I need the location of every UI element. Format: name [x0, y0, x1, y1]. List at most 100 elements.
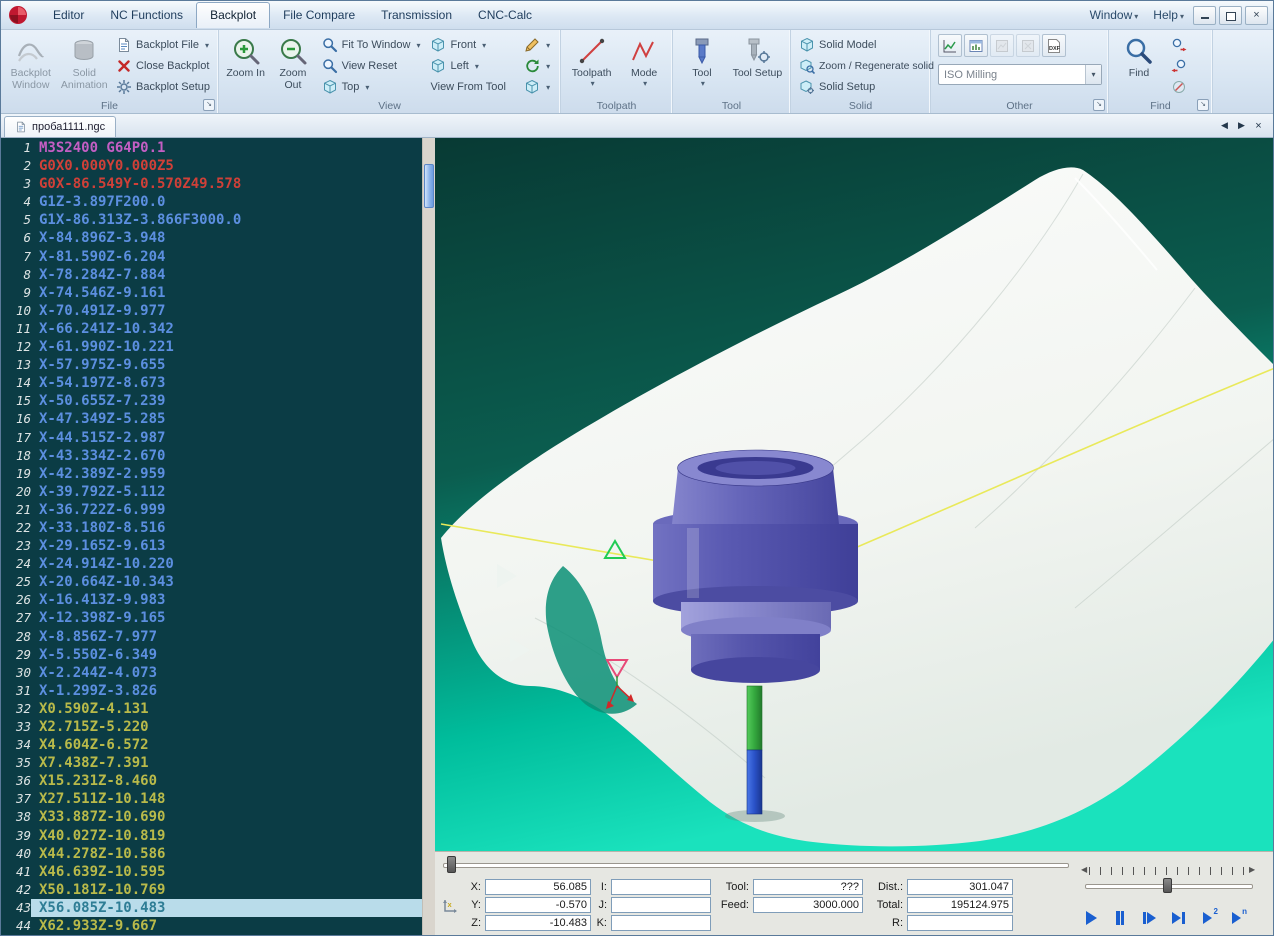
play-2x-button[interactable]: 2 — [1195, 906, 1219, 930]
code-line[interactable]: 11 X-66.241Z-10.342 — [1, 320, 422, 338]
code-line[interactable]: 30 X-2.244Z-4.073 — [1, 664, 422, 682]
code-line[interactable]: 34 X4.604Z-6.572 — [1, 736, 422, 754]
top-view-button[interactable]: Top ▾ — [318, 77, 425, 97]
code-line[interactable]: 38 X33.887Z-10.690 — [1, 808, 422, 826]
play-all-button[interactable]: n — [1224, 906, 1248, 930]
front-view-button[interactable]: Front ▾ — [426, 35, 518, 55]
code-line[interactable]: 28 X-8.856Z-7.977 — [1, 628, 422, 646]
total-value-field[interactable]: 195124.975 — [907, 897, 1013, 913]
r-value-field[interactable] — [907, 915, 1013, 931]
tab-backplot[interactable]: Backplot — [196, 2, 271, 28]
code-line[interactable]: 2 G0X0.000Y0.000Z5 — [1, 157, 422, 175]
code-line[interactable]: 44 X62.933Z-9.667 — [1, 917, 422, 935]
view-orientation-button[interactable]: ▾ — [520, 77, 556, 97]
code-line[interactable]: 41 X46.639Z-10.595 — [1, 863, 422, 881]
view-reset-button[interactable]: View Reset — [318, 56, 425, 76]
tab-editor[interactable]: Editor — [40, 3, 97, 28]
left-view-button[interactable]: Left ▾ — [426, 56, 518, 76]
code-line[interactable]: 42 X50.181Z-10.769 — [1, 881, 422, 899]
scroll-tabs-left-button[interactable]: ◀ — [1217, 118, 1232, 133]
export-button[interactable] — [990, 34, 1014, 57]
machine-type-select[interactable]: ISO Milling ▾ — [938, 64, 1102, 85]
tool-value-field[interactable]: ??? — [753, 879, 863, 895]
tool-setup-button[interactable]: Tool Setup — [729, 33, 786, 100]
dialog-launcher-icon[interactable]: ↘ — [1093, 99, 1105, 111]
code-line[interactable]: 13 X-57.975Z-9.655 — [1, 356, 422, 374]
dist-value-field[interactable]: 301.047 — [907, 879, 1013, 895]
solid-setup-button[interactable]: Solid Setup — [795, 77, 938, 97]
code-line[interactable]: 1 M3S2400 G64P0.1 — [1, 139, 422, 157]
code-line[interactable]: 7 X-81.590Z-6.204 — [1, 248, 422, 266]
code-line[interactable]: 23 X-29.165Z-9.613 — [1, 537, 422, 555]
editor-scrollbar[interactable] — [422, 138, 435, 935]
zoom-out-button[interactable]: Zoom Out — [270, 33, 315, 100]
step-forward-button[interactable] — [1137, 906, 1161, 930]
code-line[interactable]: 19 X-42.389Z-2.959 — [1, 465, 422, 483]
help-menu[interactable]: Help ▾ — [1147, 5, 1190, 25]
find-button[interactable]: Find — [1113, 33, 1165, 100]
code-line[interactable]: 32 X0.590Z-4.131 — [1, 700, 422, 718]
draw-mode-button[interactable]: ▾ — [520, 35, 556, 55]
backplot-file-button[interactable]: Backplot File ▾ — [112, 35, 214, 55]
code-line[interactable]: 37 X27.511Z-10.148 — [1, 790, 422, 808]
close-button[interactable]: × — [1245, 5, 1268, 25]
j-value-field[interactable] — [611, 897, 711, 913]
clear-marks-button[interactable] — [1167, 77, 1191, 97]
scrollbar-thumb[interactable] — [424, 164, 434, 208]
x-value-field[interactable]: 56.085 — [485, 879, 591, 895]
dialog-launcher-icon[interactable]: ↘ — [203, 99, 215, 111]
find-previous-button[interactable] — [1167, 56, 1191, 76]
close-backplot-button[interactable]: Close Backplot — [112, 56, 214, 76]
code-line[interactable]: 16 X-47.349Z-5.285 — [1, 410, 422, 428]
code-line[interactable]: 21 X-36.722Z-6.999 — [1, 501, 422, 519]
close-tab-button[interactable]: × — [1251, 118, 1266, 133]
code-line[interactable]: 26 X-16.413Z-9.983 — [1, 591, 422, 609]
code-line[interactable]: 4 G1Z-3.897F200.0 — [1, 193, 422, 211]
solid-animation-button[interactable]: Solid Animation — [59, 33, 111, 100]
tab-transmission[interactable]: Transmission — [368, 3, 465, 28]
tab-cnc-calc[interactable]: CNC-Calc — [465, 3, 545, 28]
code-line[interactable]: 27 X-12.398Z-9.165 — [1, 609, 422, 627]
solid-model-button[interactable]: Solid Model — [795, 35, 938, 55]
code-line[interactable]: 5 G1X-86.313Z-3.866F3000.0 — [1, 211, 422, 229]
i-value-field[interactable] — [611, 879, 711, 895]
statistics-button[interactable] — [938, 34, 962, 57]
toolpath-button[interactable]: Toolpath ▾ — [565, 33, 618, 100]
info-window-button[interactable] — [964, 34, 988, 57]
code-line[interactable]: 17 X-44.515Z-2.987 — [1, 429, 422, 447]
mode-button[interactable]: Mode ▾ — [620, 33, 668, 100]
tab-nc-functions[interactable]: NC Functions — [97, 3, 196, 28]
file-tab[interactable]: проба1111.ngc — [4, 116, 117, 137]
code-line[interactable]: 22 X-33.180Z-8.516 — [1, 519, 422, 537]
dialog-launcher-icon[interactable]: ↘ — [1197, 99, 1209, 111]
backplot-window-button[interactable]: Backplot Window — [5, 33, 57, 100]
scroll-tabs-right-button[interactable]: ▶ — [1234, 118, 1249, 133]
code-line[interactable]: 25 X-20.664Z-10.343 — [1, 573, 422, 591]
code-line[interactable]: 29 X-5.550Z-6.349 — [1, 646, 422, 664]
code-line[interactable]: 10 X-70.491Z-9.977 — [1, 302, 422, 320]
code-line[interactable]: 12 X-61.990Z-10.221 — [1, 338, 422, 356]
app-logo-icon[interactable] — [6, 4, 30, 26]
fit-to-window-button[interactable]: Fit To Window ▾ — [318, 35, 425, 55]
code-line[interactable]: 8 X-78.284Z-7.884 — [1, 266, 422, 284]
zoom-in-button[interactable]: Zoom In — [223, 33, 268, 100]
feed-value-field[interactable]: 3000.000 — [753, 897, 863, 913]
code-line[interactable]: 3 G0X-86.549Y-0.570Z49.578 — [1, 175, 422, 193]
code-line[interactable]: 31 X-1.299Z-3.826 — [1, 682, 422, 700]
code-line[interactable]: 24 X-24.914Z-10.220 — [1, 555, 422, 573]
nc-code-editor[interactable]: 1 M3S2400 G64P0.1 2 G0X0.000Y0.000Z5 3 G0X-86… — [1, 138, 422, 935]
code-line[interactable]: 14 X-54.197Z-8.673 — [1, 374, 422, 392]
pause-button[interactable] — [1108, 906, 1132, 930]
play-button[interactable] — [1079, 906, 1103, 930]
code-line[interactable]: 36 X15.231Z-8.460 — [1, 772, 422, 790]
code-line[interactable]: 20 X-39.792Z-5.112 — [1, 483, 422, 501]
dxf-export-button[interactable]: DXF — [1042, 34, 1066, 57]
code-line[interactable]: 40 X44.278Z-10.586 — [1, 845, 422, 863]
minimize-button[interactable] — [1193, 5, 1216, 25]
code-line[interactable]: 6 X-84.896Z-3.948 — [1, 229, 422, 247]
code-line[interactable]: 33 X2.715Z-5.220 — [1, 718, 422, 736]
progress-slider[interactable] — [443, 863, 1069, 868]
zoom-regenerate-solid-button[interactable]: Zoom / Regenerate solid — [795, 56, 938, 76]
k-value-field[interactable] — [611, 915, 711, 931]
progress-slider-handle[interactable] — [447, 856, 456, 873]
